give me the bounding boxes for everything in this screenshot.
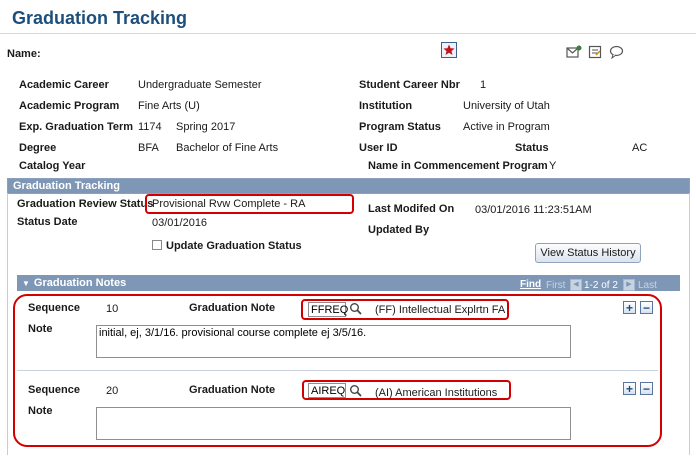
- first-link[interactable]: First: [546, 280, 565, 291]
- sequence-label: Sequence: [28, 384, 80, 396]
- student-career-nbr-value: 1: [480, 79, 487, 91]
- note-textarea[interactable]: initial, ej, 3/1/16. provisional course …: [96, 325, 571, 358]
- update-graduation-status-label: Update Graduation Status: [166, 240, 302, 252]
- status-label: Status: [515, 142, 549, 154]
- academic-career-label: Academic Career: [19, 79, 109, 91]
- next-arrow-icon[interactable]: ▶: [623, 279, 635, 291]
- status-date-value: 03/01/2016: [152, 217, 208, 229]
- updated-by-label: Updated By: [368, 224, 430, 236]
- institution-value: University of Utah: [463, 100, 550, 112]
- find-link[interactable]: Find: [520, 279, 541, 290]
- graduation-note-desc: (FF) Intellectual Explrtn FA: [375, 304, 506, 316]
- catalog-year-label: Catalog Year: [19, 160, 86, 172]
- add-row-button[interactable]: +: [623, 382, 636, 395]
- last-link[interactable]: Last: [638, 280, 657, 291]
- graduation-note-label: Graduation Note: [189, 302, 276, 314]
- lookup-search-icon[interactable]: [349, 384, 363, 401]
- status-value: AC: [632, 142, 648, 154]
- help-icon[interactable]: [609, 45, 624, 62]
- academic-program-value: Fine Arts (U): [138, 100, 200, 112]
- academic-program-label: Academic Program: [19, 100, 120, 112]
- program-status-label: Program Status: [359, 121, 441, 133]
- degree-desc: Bachelor of Fine Arts: [176, 142, 279, 154]
- graduation-note-code-input[interactable]: AIREQ: [308, 383, 346, 398]
- sequence-value: 10: [106, 303, 119, 315]
- program-status-value: Active in Program: [463, 121, 550, 133]
- notify-icon[interactable]: [566, 45, 582, 62]
- row-divider: [17, 370, 658, 371]
- last-modified-value: 03/01/2016 11:23:51AM: [475, 204, 592, 216]
- graduation-notes-title: Graduation Notes: [33, 277, 127, 289]
- delete-row-button[interactable]: −: [640, 382, 653, 395]
- commencement-value: Y: [549, 160, 557, 172]
- add-row-button[interactable]: +: [623, 301, 636, 314]
- graduation-note-desc: (AI) American Institutions: [375, 387, 498, 399]
- academic-career-value: Undergraduate Semester: [138, 79, 262, 91]
- title-divider: [0, 33, 696, 34]
- sequence-label: Sequence: [28, 302, 80, 314]
- degree-code: BFA: [138, 142, 159, 154]
- name-label: Name:: [7, 48, 41, 60]
- note-label: Note: [28, 405, 53, 417]
- previous-arrow-icon[interactable]: ◀: [570, 279, 582, 291]
- student-career-nbr-label: Student Career Nbr: [359, 79, 460, 91]
- last-modified-label: Last Modifed On: [368, 203, 455, 215]
- review-status-label: Graduation Review Status: [17, 198, 154, 210]
- review-status-value[interactable]: Provisional Rvw Complete - RA: [152, 198, 305, 210]
- graduation-note-code-input[interactable]: FFREQ: [308, 302, 348, 317]
- note-label: Note: [28, 323, 53, 335]
- new-window-icon[interactable]: [588, 45, 602, 62]
- page-title: Graduation Tracking: [12, 8, 188, 28]
- status-date-label: Status Date: [17, 216, 78, 228]
- row-range: 1-2 of 2: [584, 280, 618, 291]
- exp-grad-term-desc: Spring 2017: [176, 121, 236, 133]
- lookup-search-icon[interactable]: [349, 302, 363, 319]
- graduation-note-label: Graduation Note: [189, 384, 276, 396]
- exp-grad-term-code: 1174: [138, 121, 162, 133]
- star-icon[interactable]: [441, 42, 457, 58]
- note-textarea[interactable]: [96, 407, 571, 440]
- collapse-triangle-icon[interactable]: ▼: [22, 276, 30, 292]
- sequence-value: 20: [106, 385, 119, 397]
- commencement-label: Name in Commencement Program: [368, 160, 548, 172]
- degree-label: Degree: [19, 142, 57, 154]
- graduation-tracking-header: Graduation Tracking: [7, 178, 690, 194]
- institution-label: Institution: [359, 100, 413, 112]
- delete-row-button[interactable]: −: [640, 301, 653, 314]
- user-id-label: User ID: [359, 142, 398, 154]
- view-status-history-button[interactable]: View Status History: [535, 243, 641, 263]
- exp-grad-term-label: Exp. Graduation Term: [19, 121, 134, 133]
- update-graduation-status-checkbox[interactable]: [152, 240, 162, 250]
